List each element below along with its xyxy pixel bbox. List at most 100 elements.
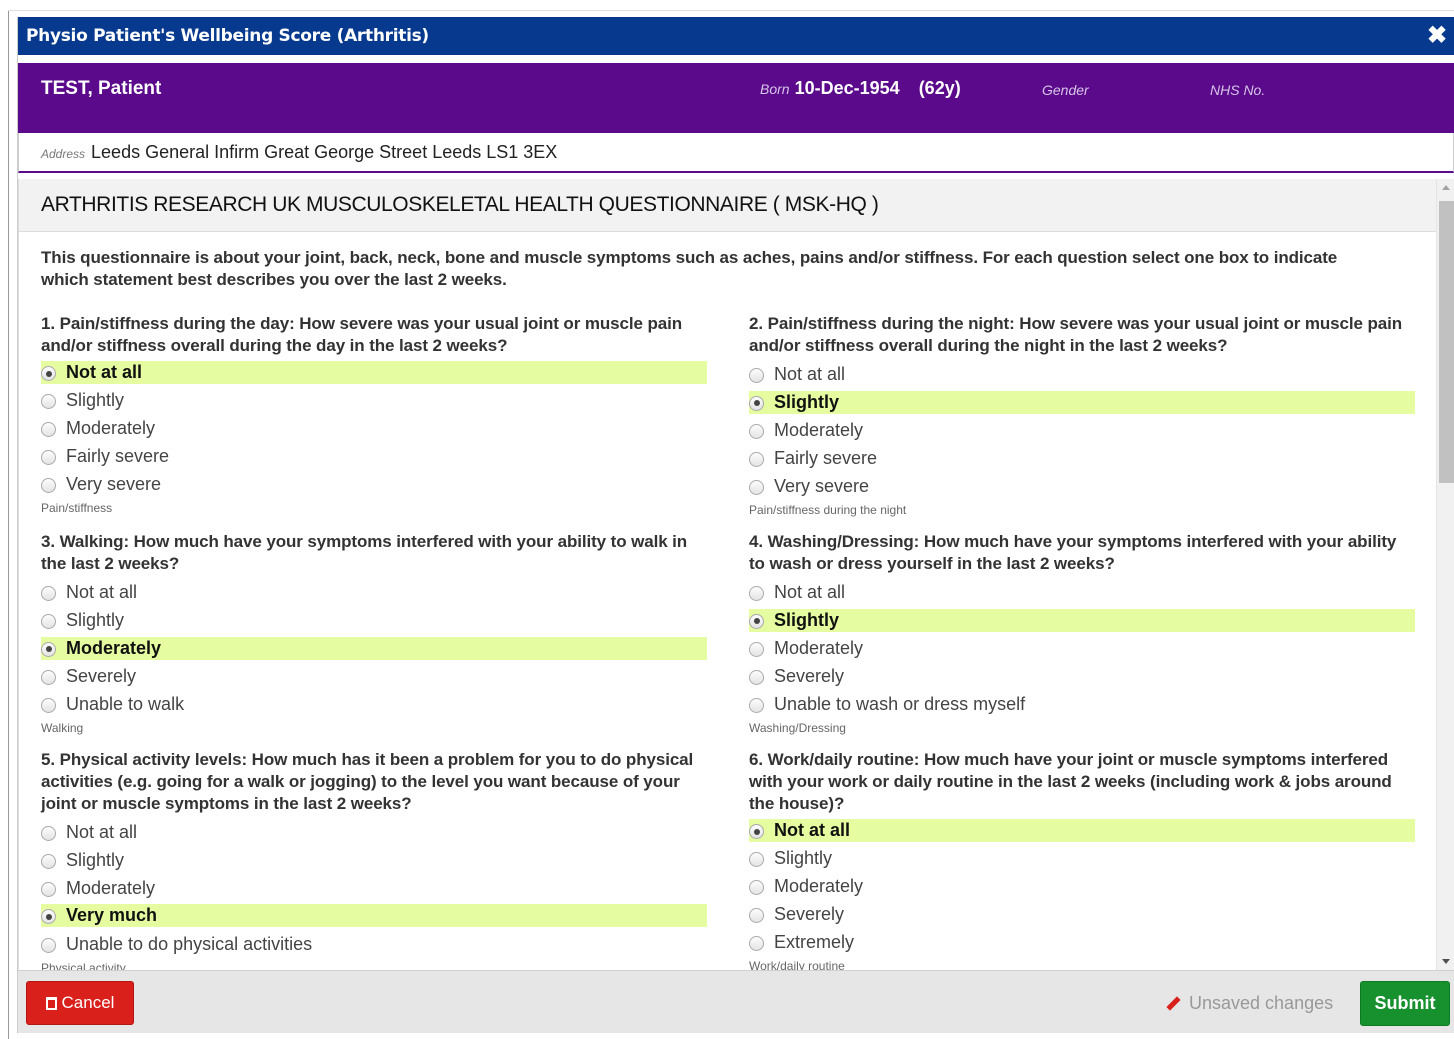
- radio-button-icon[interactable]: [749, 879, 764, 895]
- radio-button-icon[interactable]: [41, 586, 56, 602]
- scrollbar[interactable]: [1436, 179, 1454, 970]
- radio-option[interactable]: Slightly: [41, 387, 707, 415]
- question-text: 1. Pain/stiffness during the day: How se…: [41, 314, 682, 355]
- radio-option[interactable]: Moderately: [749, 417, 1415, 445]
- dialog-titlebar: Physio Patient's Wellbeing Score (Arthri…: [18, 17, 1454, 55]
- question-text: 4. Washing/Dressing: How much have your …: [749, 532, 1397, 573]
- radio-button-icon[interactable]: [41, 421, 56, 437]
- option-label: Very severe: [66, 473, 162, 494]
- question-field-label: Work/daily routine: [749, 958, 845, 970]
- question-5: 5. Physical activity levels: How much ha…: [41, 749, 707, 970]
- patient-banner: TEST, Patient Born 10-Dec-1954 (62y) Gen…: [18, 63, 1454, 133]
- radio-option[interactable]: Very much: [41, 904, 707, 928]
- option-label: Slightly: [66, 610, 125, 631]
- option-label: Moderately: [774, 637, 864, 658]
- radio-button-icon[interactable]: [41, 697, 56, 713]
- radio-button-icon[interactable]: [41, 909, 56, 925]
- radio-option[interactable]: Not at all: [41, 579, 707, 607]
- radio-button-icon[interactable]: [749, 907, 764, 923]
- cancel-button[interactable]: Cancel: [26, 981, 134, 1025]
- radio-button-icon[interactable]: [749, 479, 764, 495]
- radio-option[interactable]: Moderately: [749, 635, 1415, 663]
- radio-button-icon[interactable]: [749, 669, 764, 685]
- radio-button-icon[interactable]: [749, 852, 764, 868]
- option-label: Not at all: [66, 582, 138, 603]
- radio-button-icon[interactable]: [41, 826, 56, 842]
- radio-button-icon[interactable]: [749, 824, 764, 839]
- radio-button-icon[interactable]: [41, 614, 56, 630]
- radio-option[interactable]: Fairly severe: [41, 442, 707, 470]
- radio-button-icon[interactable]: [41, 394, 56, 410]
- radio-option[interactable]: Not at all: [41, 819, 707, 847]
- radio-option[interactable]: Unable to wash or dress myself: [749, 690, 1415, 718]
- radio-option[interactable]: Moderately: [41, 636, 707, 660]
- radio-option[interactable]: Severely: [41, 662, 707, 690]
- radio-button-icon[interactable]: [749, 586, 764, 602]
- option-label: Not at all: [774, 820, 851, 840]
- option-label: Severely: [774, 665, 845, 686]
- option-label: Moderately: [66, 417, 156, 438]
- radio-option[interactable]: Slightly: [749, 390, 1415, 414]
- form-heading: ARTHRITIS RESEARCH UK MUSCULOSKELETAL HE…: [19, 179, 1437, 232]
- radio-option[interactable]: Not at all: [749, 361, 1415, 389]
- radio-button-icon[interactable]: [41, 449, 56, 465]
- option-list: Not at all Slightly Moderately Fairly sever…: [749, 361, 1415, 500]
- radio-button-icon[interactable]: [41, 477, 56, 493]
- radio-button-icon[interactable]: [41, 937, 56, 953]
- radio-option[interactable]: Very severe: [41, 470, 707, 498]
- option-list: Not at all Slightly Moderately Very much Una…: [41, 819, 707, 958]
- outer-frame-top: [8, 10, 1454, 11]
- radio-button-icon[interactable]: [749, 697, 764, 713]
- question-field-label: Pain/stiffness during the night: [749, 502, 907, 517]
- question-1: 1. Pain/stiffness during the day: How se…: [41, 313, 707, 515]
- radio-option[interactable]: Moderately: [41, 415, 707, 443]
- radio-option[interactable]: Severely: [749, 662, 1415, 690]
- radio-button-icon[interactable]: [749, 395, 764, 411]
- dialog-title: Physio Patient's Wellbeing Score (Arthri…: [26, 26, 429, 46]
- radio-option[interactable]: Slightly: [41, 607, 707, 635]
- question-text: 3. Walking: How much have your symptoms …: [41, 532, 688, 573]
- radio-button-icon[interactable]: [749, 935, 764, 951]
- question-text: 6. Work/daily routine: How much have you…: [749, 750, 1392, 813]
- close-icon[interactable]: ✖: [1424, 22, 1450, 50]
- radio-button-icon[interactable]: [749, 423, 764, 439]
- radio-button-icon[interactable]: [749, 368, 764, 384]
- radio-button-icon[interactable]: [41, 854, 56, 870]
- radio-option[interactable]: Not at all: [41, 361, 707, 384]
- option-label: Unable to walk: [66, 693, 185, 714]
- scroll-down-arrow-icon[interactable]: [1442, 959, 1450, 964]
- question-3: 3. Walking: How much have your symptoms …: [41, 531, 707, 735]
- radio-option[interactable]: Not at all: [749, 819, 1415, 842]
- option-label: Very severe: [774, 475, 870, 496]
- radio-option[interactable]: Fairly severe: [749, 444, 1415, 472]
- radio-option[interactable]: Unable to walk: [41, 690, 707, 718]
- radio-button-icon[interactable]: [749, 613, 764, 629]
- radio-option[interactable]: Very severe: [749, 472, 1415, 500]
- radio-button-icon[interactable]: [749, 451, 764, 467]
- radio-button-icon[interactable]: [41, 881, 56, 897]
- question-4: 4. Washing/Dressing: How much have your …: [749, 531, 1415, 735]
- radio-button-icon[interactable]: [41, 669, 56, 685]
- radio-option[interactable]: Slightly: [749, 845, 1415, 873]
- radio-option[interactable]: Not at all: [749, 579, 1415, 607]
- option-label: Moderately: [774, 875, 864, 896]
- question-field-label: Pain/stiffness: [41, 500, 113, 515]
- radio-button-icon[interactable]: [41, 641, 56, 657]
- option-label: Slightly: [66, 390, 125, 411]
- radio-option[interactable]: Severely: [749, 900, 1415, 928]
- question-field-label: Physical activity: [41, 960, 126, 970]
- submit-button[interactable]: Submit: [1360, 981, 1450, 1026]
- scroll-up-arrow-icon[interactable]: [1442, 185, 1450, 190]
- option-label: Not at all: [774, 364, 846, 385]
- pencil-icon: [1166, 996, 1181, 1011]
- radio-option[interactable]: Unable to do physical activities: [41, 930, 707, 958]
- radio-button-icon[interactable]: [749, 641, 764, 657]
- radio-option[interactable]: Slightly: [41, 847, 707, 875]
- radio-button-icon[interactable]: [41, 366, 56, 381]
- scroll-thumb[interactable]: [1439, 201, 1454, 483]
- radio-option[interactable]: Moderately: [41, 875, 707, 903]
- radio-option[interactable]: Extremely: [749, 928, 1415, 956]
- option-label: Unable to do physical activities: [66, 933, 313, 954]
- radio-option[interactable]: Slightly: [749, 608, 1415, 632]
- radio-option[interactable]: Moderately: [749, 873, 1415, 901]
